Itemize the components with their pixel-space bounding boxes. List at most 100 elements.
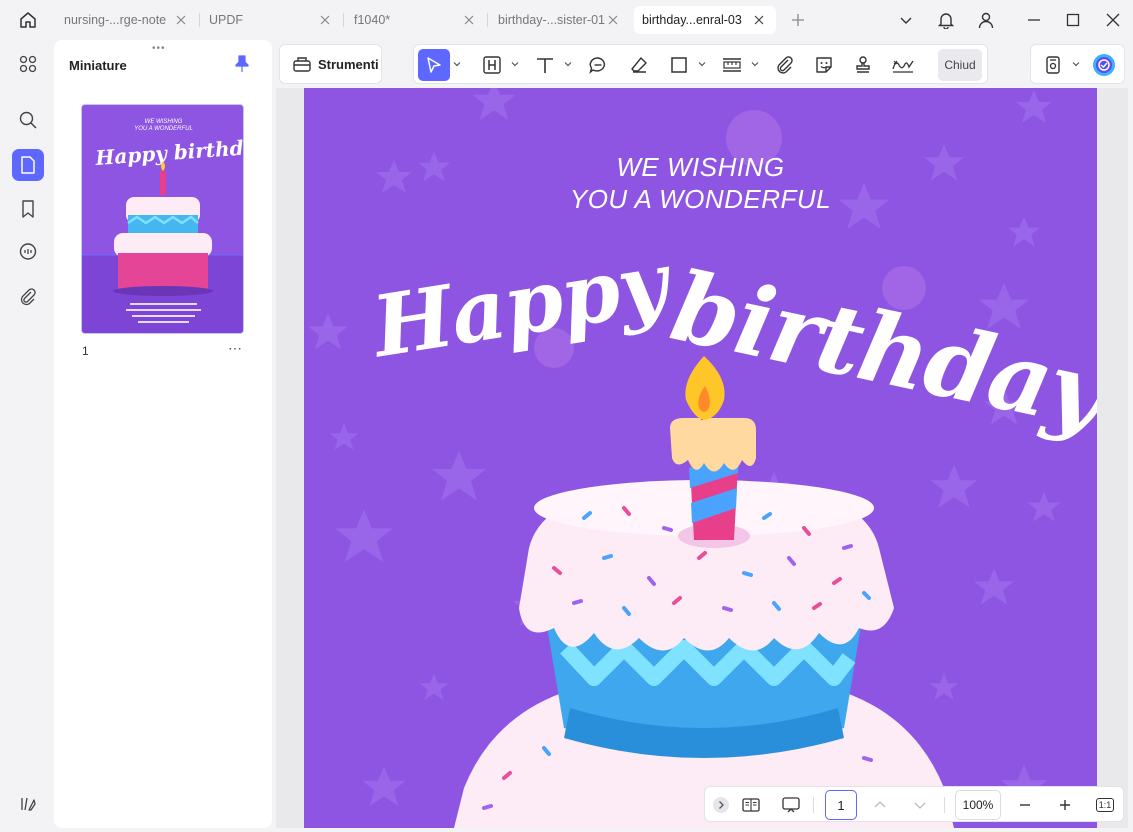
zoom-in-button[interactable] [1053, 793, 1077, 817]
close-icon[interactable] [318, 13, 332, 27]
page-layout-button[interactable] [739, 793, 763, 817]
tools-label: Strumenti [318, 56, 379, 72]
sticker-tool[interactable] [808, 49, 840, 81]
pin-panel-button[interactable] [232, 54, 252, 74]
actual-size-label: 1:1 [1095, 798, 1115, 812]
zoom-out-button[interactable] [1013, 793, 1037, 817]
page-icon [21, 156, 35, 174]
rail-thumbnails[interactable] [12, 149, 44, 181]
pdf-page[interactable]: WE WISHING YOU A WONDERFUL Happy birthda… [304, 88, 1097, 828]
measure-tool-dropdown[interactable] [751, 60, 759, 68]
tab-label: nursing-...rge-note [64, 13, 167, 27]
tab-birthday-sister[interactable]: birthday-...sister-01 [488, 6, 630, 34]
document-viewport[interactable]: WE WISHING YOU A WONDERFUL Happy birthda… [276, 88, 1128, 828]
chevron-down-icon [564, 62, 572, 67]
next-page-button[interactable] [908, 793, 932, 817]
actual-size-button[interactable]: 1:1 [1093, 793, 1117, 817]
rail-organize[interactable] [12, 48, 44, 80]
chevron-down-icon [751, 62, 759, 67]
measure-tool[interactable] [716, 49, 748, 81]
home-button[interactable] [10, 7, 46, 33]
thumb-wish-2: YOU A WONDERFUL [134, 126, 193, 132]
thumbnail-more-button[interactable]: ⋯ [228, 340, 243, 357]
rail-attachments[interactable] [12, 280, 44, 312]
save-tool-dropdown[interactable] [1072, 60, 1080, 68]
chevron-down-icon [453, 62, 461, 67]
tab-list-button[interactable] [895, 9, 917, 31]
stamp-icon [856, 56, 870, 73]
shape-tool[interactable] [663, 49, 695, 81]
tab-label: UPDF [209, 13, 244, 27]
page-navigation-bar: 1 100% 1:1 [704, 786, 1124, 822]
previous-page-button[interactable] [868, 793, 892, 817]
plus-icon [1060, 800, 1070, 810]
two-page-icon [742, 798, 760, 812]
chevron-right-icon [713, 797, 729, 813]
comment-icon [19, 243, 37, 260]
minimize-button[interactable] [1023, 9, 1045, 31]
rail-search[interactable] [12, 104, 44, 136]
highlight-tool-dropdown[interactable] [511, 60, 519, 68]
minus-icon [1020, 804, 1030, 806]
close-icon[interactable] [462, 13, 476, 27]
stamp-tool[interactable] [847, 49, 879, 81]
select-tool[interactable] [418, 49, 450, 81]
attach-tool[interactable] [769, 49, 801, 81]
toolbox-icon [293, 57, 311, 72]
close-mode-button[interactable]: Chiud [938, 49, 982, 81]
title-bar: nursing-...rge-note UPDF f1040* birthday… [0, 0, 1133, 40]
new-tab-button[interactable] [788, 10, 808, 30]
close-window-button[interactable] [1102, 9, 1124, 31]
rail-bookmarks[interactable] [12, 193, 44, 225]
chevron-down-icon [1072, 62, 1080, 67]
speech-bubble-icon [589, 57, 606, 74]
save-tool[interactable] [1037, 49, 1069, 81]
ai-assistant-button[interactable] [1088, 49, 1120, 81]
account-button[interactable] [975, 9, 997, 31]
zoom-level-input[interactable]: 100% [955, 790, 1001, 820]
maximize-icon [1066, 13, 1080, 27]
bookmark-icon [22, 200, 34, 218]
home-icon [20, 12, 36, 28]
page-number-input[interactable]: 1 [825, 790, 857, 820]
select-tool-dropdown[interactable] [453, 60, 461, 68]
tab-nursing[interactable]: nursing-...rge-note [56, 6, 198, 34]
tab-birthday-enral[interactable]: birthday...enral-03 [634, 6, 776, 34]
notifications-button[interactable] [935, 9, 957, 31]
signature-tool[interactable] [887, 49, 919, 81]
shape-tool-dropdown[interactable] [698, 60, 706, 68]
rail-layers[interactable] [12, 788, 44, 820]
text-tool[interactable] [529, 49, 561, 81]
card-wish-line-1: WE WISHING [616, 152, 785, 182]
eraser-tool[interactable] [623, 49, 655, 81]
user-icon [978, 12, 994, 29]
signature-icon [892, 60, 914, 73]
tools-button[interactable]: Strumenti [279, 44, 382, 84]
close-icon[interactable] [174, 13, 188, 27]
rail-comments[interactable] [12, 236, 44, 268]
tab-label: birthday...enral-03 [642, 13, 742, 27]
comment-tool[interactable] [582, 49, 614, 81]
text-tool-dropdown[interactable] [564, 60, 572, 68]
paperclip-icon [777, 56, 793, 74]
tab-f1040[interactable]: f1040* [344, 6, 486, 34]
maximize-button[interactable] [1062, 9, 1084, 31]
panel-resize-handle[interactable]: ••• [152, 43, 166, 54]
plus-icon [792, 14, 804, 26]
page-thumbnail[interactable]: WE WISHING YOU A WONDERFUL Happy birthda… [81, 104, 244, 334]
close-icon[interactable] [606, 13, 620, 27]
ai-assistant-icon [1093, 54, 1115, 76]
thumbnail-page-number: 1 [82, 344, 89, 358]
presentation-button[interactable] [779, 793, 803, 817]
heading-icon [483, 56, 501, 74]
tab-updf[interactable]: UPDF [200, 6, 342, 34]
sticker-icon [816, 57, 832, 73]
highlight-tool[interactable] [476, 49, 508, 81]
rectangle-icon [671, 57, 687, 73]
presentation-icon [782, 797, 800, 813]
pin-icon [235, 55, 249, 72]
collapse-bar-button[interactable] [709, 793, 733, 817]
chevron-down-icon [698, 62, 706, 67]
chevron-down-icon [900, 17, 912, 24]
close-icon[interactable] [752, 13, 766, 27]
